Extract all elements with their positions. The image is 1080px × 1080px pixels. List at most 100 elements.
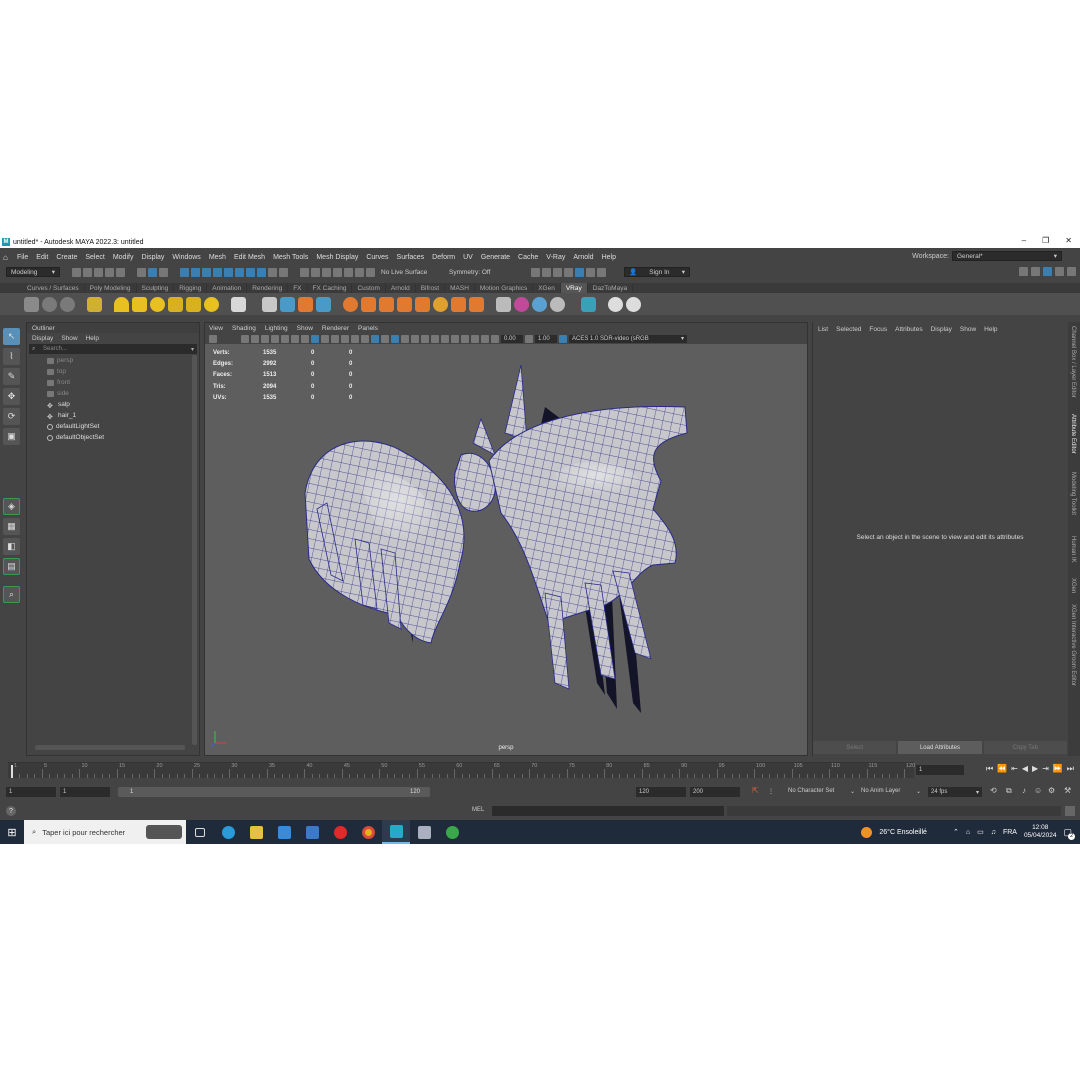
minimize-icon[interactable]: – — [1022, 236, 1026, 245]
env-fog-icon[interactable] — [433, 296, 448, 312]
chevron-up-icon[interactable]: ⌃ — [953, 828, 959, 836]
ipr-icon[interactable] — [553, 267, 562, 277]
scene-export-icon[interactable] — [316, 296, 331, 312]
render-frame-icon[interactable] — [531, 267, 540, 277]
menu-edit-mesh[interactable]: Edit Mesh — [230, 254, 269, 261]
side-tab-xgen[interactable]: XGen — [1070, 578, 1076, 593]
lock-icon[interactable] — [268, 267, 277, 277]
shelf-tab-motion-graphics[interactable]: Motion Graphics — [475, 283, 534, 293]
green-app-taskbar-icon[interactable] — [438, 820, 466, 844]
redo-icon[interactable] — [116, 267, 125, 277]
render-sequence-icon[interactable] — [542, 267, 551, 277]
plane-icon[interactable] — [231, 296, 246, 312]
menu-display[interactable]: Display — [137, 254, 168, 261]
menu-windows[interactable]: Windows — [168, 254, 204, 261]
shelf-tab-sculpting[interactable]: Sculpting — [137, 283, 175, 293]
layout-icon-2[interactable] — [1031, 267, 1040, 276]
sound-icon[interactable]: ♪ — [1022, 786, 1026, 795]
clipper-icon[interactable] — [451, 296, 466, 312]
playback-end-field[interactable]: 120 — [636, 787, 686, 797]
sun-light-icon[interactable] — [204, 296, 219, 312]
volume-icon[interactable]: ♫ — [991, 829, 996, 836]
proxy-export-icon[interactable] — [280, 296, 295, 312]
new-scene-icon[interactable] — [72, 267, 81, 277]
shelf-tab-rendering[interactable]: Rendering — [247, 283, 289, 293]
opera-icon[interactable] — [326, 820, 354, 844]
vray-material-icon[interactable] — [87, 296, 102, 312]
notification-icon[interactable]: ▢ 2 — [1063, 827, 1075, 840]
script-editor-icon[interactable] — [1065, 806, 1075, 816]
home-icon[interactable]: ⌂ — [3, 253, 13, 262]
attr-menu-show[interactable]: Show — [960, 326, 976, 333]
script-language-label[interactable]: MEL — [472, 807, 484, 813]
cache-icon[interactable]: ⧉ — [1006, 786, 1012, 796]
outliner-vertical-scrollbar[interactable] — [192, 355, 197, 745]
playback-start-field[interactable]: 1 — [60, 787, 110, 797]
outliner-item-default-object-set[interactable]: defaultObjectSet — [27, 432, 199, 443]
fps-dropdown[interactable]: 24 fps ▾ — [928, 787, 982, 797]
play-forwards-icon[interactable]: ▶ — [1032, 764, 1038, 774]
chrome-icon[interactable] — [354, 820, 382, 844]
play-backwards-icon[interactable]: ◀ — [1022, 764, 1028, 774]
snap-grid-icon[interactable] — [300, 267, 309, 277]
shelf-tab-fx-caching[interactable]: FX Caching — [308, 283, 353, 293]
select-component-icon[interactable] — [159, 267, 168, 277]
current-time-marker[interactable] — [11, 765, 13, 778]
layout-icon-3[interactable] — [1043, 267, 1052, 276]
proxy-icon[interactable] — [262, 296, 277, 312]
battery-icon[interactable]: ▭ — [977, 828, 984, 836]
attr-menu-list[interactable]: List — [818, 326, 828, 333]
select-tool-icon[interactable]: ↖ — [3, 328, 20, 345]
open-scene-icon[interactable] — [83, 267, 92, 277]
current-frame-field[interactable]: 1 — [916, 765, 964, 775]
scale-tool-icon[interactable]: ▣ — [3, 428, 20, 445]
layout-icon-5[interactable] — [1067, 267, 1076, 276]
live-surface-field[interactable]: No Live Surface — [377, 267, 443, 277]
menu-mesh-tools[interactable]: Mesh Tools — [269, 254, 312, 261]
maximize-icon[interactable]: ❐ — [1042, 236, 1049, 245]
outliner-menu-show[interactable]: Show — [61, 335, 77, 342]
animation-start-field[interactable]: 1 — [6, 787, 56, 797]
shelf-tab-animation[interactable]: Animation — [207, 283, 248, 293]
step-back-frame-icon[interactable]: ⇤ — [1011, 764, 1018, 774]
outliner-item-hair-1[interactable]: ✥ hair_1 — [27, 410, 199, 421]
snap-view-icon[interactable] — [333, 267, 342, 277]
side-tab-attribute-editor[interactable]: Attribute Editor — [1070, 414, 1076, 454]
snap-point-icon[interactable] — [322, 267, 331, 277]
close-icon[interactable]: ✕ — [1065, 236, 1072, 245]
volume-icon[interactable] — [415, 296, 430, 312]
fur-icon[interactable] — [343, 296, 358, 312]
side-tab-modeling-toolkit[interactable]: Modeling Toolkit — [1070, 472, 1076, 515]
animation-preferences-icon[interactable]: ⚒ — [1064, 786, 1071, 795]
shelf-tab-vray[interactable]: VRay — [560, 283, 588, 293]
sphere-light-icon[interactable] — [150, 296, 165, 312]
key-preferences-icon[interactable]: ⋮ — [768, 788, 774, 795]
side-by-side-icon[interactable]: ◧ — [3, 538, 20, 555]
four-view-icon[interactable]: ▦ — [3, 518, 20, 535]
render-settings-icon[interactable] — [564, 267, 573, 277]
menu-uv[interactable]: UV — [459, 254, 477, 261]
menu-file[interactable]: File — [13, 254, 32, 261]
render-view-icon[interactable] — [586, 267, 595, 277]
menu-surfaces[interactable]: Surfaces — [393, 254, 429, 261]
menu-vray[interactable]: V-Ray — [542, 254, 569, 261]
snap-surface-icon[interactable] — [344, 267, 353, 277]
vray-ipr-icon[interactable] — [42, 296, 57, 312]
mail-icon[interactable] — [298, 820, 326, 844]
rotate-tool-icon[interactable]: ⟳ — [3, 408, 20, 425]
range-slider[interactable]: 1 120 — [118, 787, 430, 797]
side-tab-human-ik[interactable]: Human IK — [1070, 536, 1076, 563]
outliner-item-side[interactable]: side — [27, 388, 199, 399]
side-tab-channel-box[interactable]: Channel Box / Layer Editor — [1070, 326, 1076, 398]
go-to-start-icon[interactable]: ⏮ — [986, 764, 993, 774]
highlight-icon[interactable] — [279, 267, 288, 277]
outliner-search-input[interactable]: ⌕ Search... ▾ — [29, 344, 197, 354]
menu-cache[interactable]: Cache — [514, 254, 542, 261]
mask-icon-2[interactable] — [191, 267, 200, 277]
mode-dropdown[interactable]: Modeling ▾ — [6, 267, 60, 277]
layout-icon-4[interactable] — [1055, 267, 1064, 276]
shelf-tab-custom[interactable]: Custom — [352, 283, 386, 293]
outliner-item-salp[interactable]: ✥ salp — [27, 399, 199, 410]
scene-import-icon[interactable] — [298, 296, 313, 312]
weather-label[interactable]: 26°C Ensoleillé — [879, 829, 927, 836]
